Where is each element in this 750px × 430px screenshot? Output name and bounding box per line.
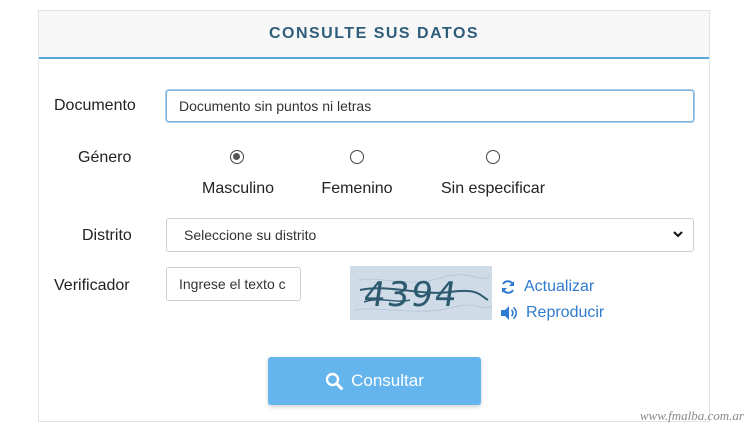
radio-masculino-label[interactable]: Masculino [188, 180, 288, 198]
consultar-label: Consultar [351, 371, 424, 390]
radio-femenino[interactable] [350, 150, 364, 164]
verificador-label: Verificador [54, 277, 130, 294]
page-title: CONSULTE SUS DATOS [268, 25, 480, 42]
radio-sin-especificar-label[interactable]: Sin especificar [423, 180, 563, 198]
search-icon [325, 372, 344, 390]
documento-input-text: Documento sin puntos ni letras [179, 98, 372, 114]
radio-masculino[interactable] [230, 150, 244, 164]
captcha-image: 4394 [350, 266, 492, 320]
verificador-input[interactable]: Ingrese el texto c [166, 267, 301, 301]
speaker-icon [501, 306, 517, 320]
watermark: www.fmalba.com.ar [639, 408, 744, 423]
documento-input[interactable]: Documento sin puntos ni letras [166, 90, 694, 122]
radio-sin-especificar[interactable] [486, 150, 500, 164]
card-header: CONSULTE SUS DATOS [39, 11, 709, 59]
documento-label: Documento [54, 97, 136, 114]
distrito-label: Distrito [82, 227, 132, 244]
distrito-select[interactable]: Seleccione su distrito [166, 218, 694, 252]
svg-text:4394: 4394 [361, 275, 461, 315]
radio-femenino-label[interactable]: Femenino [307, 180, 407, 198]
consultar-button[interactable]: Consultar [268, 357, 481, 405]
play-label[interactable]: Reproducir [526, 304, 604, 322]
distrito-select-value: Seleccione su distrito [184, 227, 317, 243]
chevron-down-icon [673, 229, 683, 241]
play-audio-link[interactable]: Reproducir [500, 304, 604, 322]
refresh-icon [502, 280, 514, 294]
refresh-label[interactable]: Actualizar [524, 278, 594, 296]
genero-label: Género [78, 149, 132, 166]
refresh-captcha-link[interactable]: Actualizar [500, 278, 594, 296]
verificador-placeholder: Ingrese el texto c [179, 276, 286, 292]
